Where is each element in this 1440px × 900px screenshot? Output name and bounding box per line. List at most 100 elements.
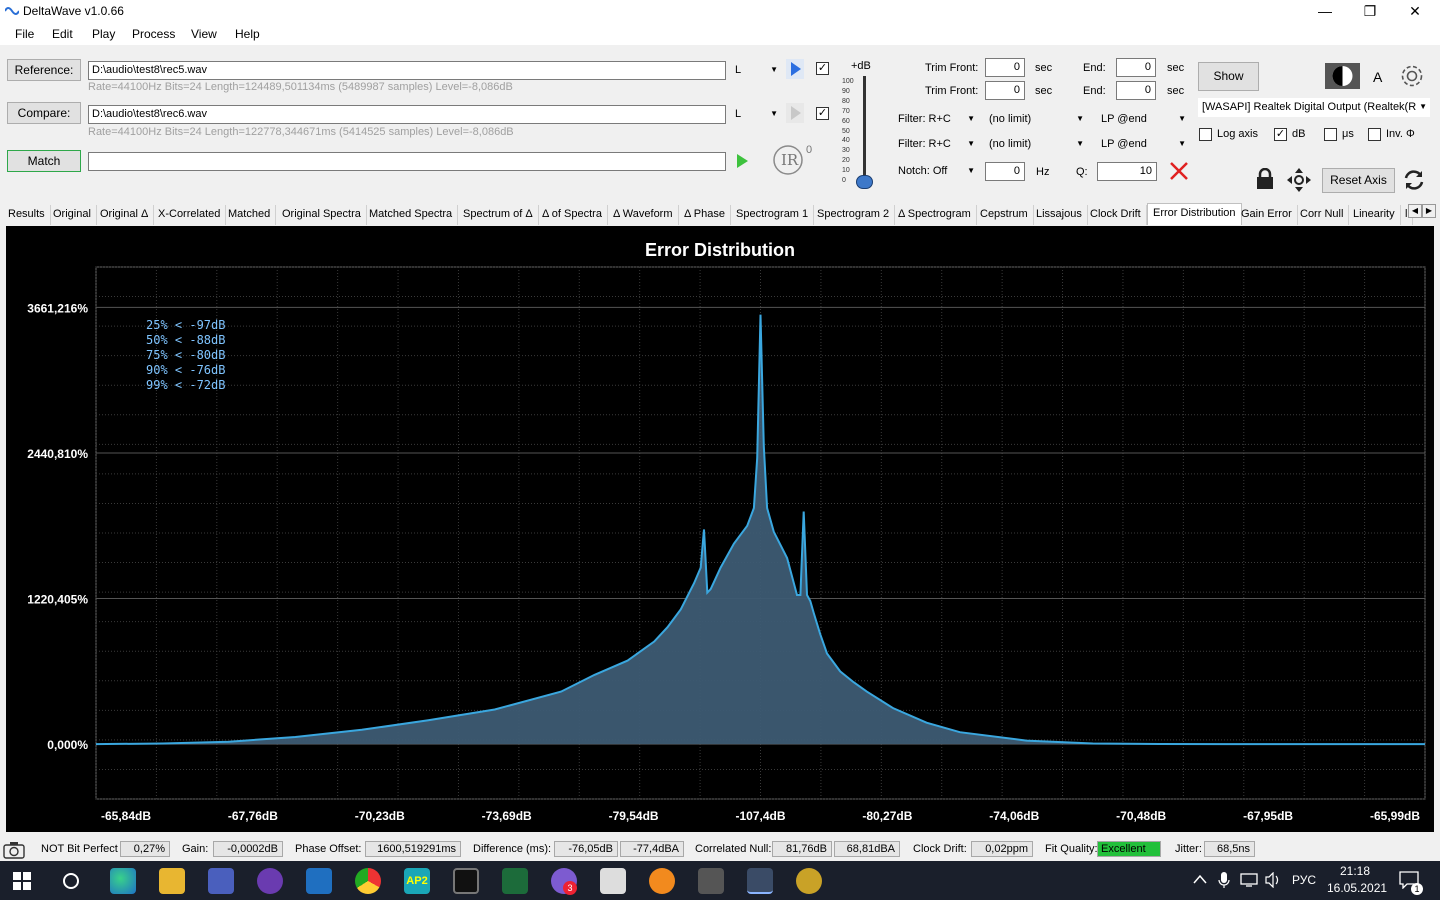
- tab-17[interactable]: Error Distribution: [1147, 203, 1242, 225]
- network-icon[interactable]: [1240, 873, 1258, 887]
- orange-app-icon[interactable]: [649, 868, 675, 894]
- us-checkbox[interactable]: [1324, 128, 1337, 141]
- tab-4[interactable]: Matched: [223, 205, 277, 225]
- menu-view[interactable]: View: [191, 27, 217, 41]
- reference-enable-checkbox[interactable]: ✓: [816, 62, 829, 75]
- maximize-button[interactable]: ❐: [1347, 0, 1393, 23]
- reference-path-field[interactable]: D:\audio\test8\rec5.wav: [88, 61, 726, 80]
- terminal-app-icon[interactable]: [453, 868, 479, 894]
- fox-app-icon[interactable]: [600, 868, 626, 894]
- limit-select-2[interactable]: (no limit) ▼: [985, 135, 1087, 154]
- tab-14[interactable]: Cepstrum: [975, 205, 1034, 225]
- move-icon[interactable]: [1286, 167, 1312, 193]
- trim-end-input[interactable]: 0: [1116, 58, 1156, 77]
- trim-front-input-2[interactable]: 0: [985, 81, 1025, 100]
- tab-15[interactable]: Lissajous: [1031, 205, 1088, 225]
- close-button[interactable]: ✕: [1392, 0, 1438, 23]
- tab-9[interactable]: Δ Waveform: [608, 205, 679, 225]
- lock-icon[interactable]: [1255, 168, 1275, 190]
- ir-count: 0: [806, 144, 813, 156]
- db-checkbox[interactable]: ✓: [1274, 128, 1287, 141]
- camera-icon[interactable]: [3, 841, 25, 859]
- tab-11[interactable]: Spectrogram 1: [731, 205, 815, 225]
- tab-10[interactable]: Δ Phase: [679, 205, 731, 225]
- tab-scroll-right[interactable]: ▶: [1422, 204, 1436, 218]
- trim-front-input[interactable]: 0: [985, 58, 1025, 77]
- level-slider-knob[interactable]: [856, 175, 873, 189]
- lp-select-2[interactable]: LP @end ▼: [1097, 135, 1189, 154]
- chevron-up-icon[interactable]: [1193, 874, 1207, 884]
- file-explorer-icon[interactable]: [159, 868, 185, 894]
- tab-18[interactable]: Gain Error: [1236, 205, 1298, 225]
- tab-20[interactable]: Linearity: [1348, 205, 1401, 225]
- compare-enable-checkbox[interactable]: ✓: [816, 107, 829, 120]
- filter-select-2[interactable]: Filter: R+C ▼: [894, 135, 978, 154]
- notch-hz-input[interactable]: 0: [985, 162, 1025, 181]
- compare-path-field[interactable]: D:\audio\test8\rec6.wav: [88, 105, 726, 124]
- volume-icon[interactable]: [1264, 872, 1282, 888]
- lp-select-1[interactable]: LP @end ▼: [1097, 110, 1189, 129]
- compare-button[interactable]: Compare:: [7, 102, 81, 124]
- microphone-icon[interactable]: [1218, 871, 1230, 889]
- q-input[interactable]: 10: [1097, 162, 1157, 181]
- output-device-select[interactable]: [WASAPI] Realtek Digital Output (Realtek…: [1198, 98, 1430, 117]
- menu-help[interactable]: Help: [235, 27, 260, 41]
- clock-date[interactable]: 16.05.2021: [1327, 881, 1387, 895]
- tab-12[interactable]: Spectrogram 2: [812, 205, 896, 225]
- match-button[interactable]: Match: [7, 150, 81, 172]
- notch-select[interactable]: Notch: Off ▼: [894, 162, 978, 181]
- a-weighting-label[interactable]: A: [1373, 69, 1382, 85]
- error-distribution-chart[interactable]: Error Distribution 0,000% 1220,405% 2440,81…: [6, 226, 1434, 832]
- tab-8[interactable]: Δ of Spectra: [537, 205, 608, 225]
- clock-time[interactable]: 21:18: [1340, 864, 1370, 878]
- edge-icon[interactable]: [110, 868, 136, 894]
- reset-axis-button[interactable]: Reset Axis: [1322, 168, 1395, 193]
- filter-select-1[interactable]: Filter: R+C ▼: [894, 110, 978, 129]
- settings-gear-icon[interactable]: [698, 868, 724, 894]
- ap2-app-icon[interactable]: AP2: [404, 868, 430, 894]
- search-icon[interactable]: [62, 872, 80, 890]
- tab-5[interactable]: Original Spectra: [277, 205, 367, 225]
- deltawave-taskbar-icon[interactable]: [747, 868, 773, 894]
- tab-0[interactable]: Results: [3, 205, 51, 225]
- clear-filters-icon[interactable]: [1169, 161, 1189, 181]
- refresh-icon[interactable]: [1402, 168, 1426, 192]
- paint-app-icon[interactable]: [796, 868, 822, 894]
- tab-1[interactable]: Original: [48, 205, 97, 225]
- language-indicator[interactable]: РУС: [1292, 873, 1316, 887]
- compare-channel-select[interactable]: L ▼: [731, 105, 781, 124]
- reference-channel-select[interactable]: L ▼: [731, 61, 781, 80]
- play-match-icon[interactable]: [733, 151, 751, 171]
- tab-7[interactable]: Spectrum of Δ: [458, 205, 539, 225]
- cloud-app-icon[interactable]: [306, 868, 332, 894]
- tab-13[interactable]: Δ Spectrogram: [893, 205, 977, 225]
- reference-info: Rate=44100Hz Bits=24 Length=124489,50113…: [88, 81, 513, 93]
- save-app-icon[interactable]: [208, 868, 234, 894]
- windows-start-icon[interactable]: [13, 872, 31, 890]
- menu-process[interactable]: Process: [132, 27, 175, 41]
- menu-file[interactable]: File: [15, 27, 34, 41]
- gear-icon[interactable]: [1399, 63, 1425, 89]
- log-axis-checkbox[interactable]: [1199, 128, 1212, 141]
- play-compare-icon[interactable]: [786, 103, 804, 123]
- play-reference-icon[interactable]: [786, 59, 804, 79]
- menu-play[interactable]: Play: [92, 27, 115, 41]
- green-app-icon[interactable]: [502, 868, 528, 894]
- tab-16[interactable]: Clock Drift: [1085, 205, 1147, 225]
- menu-edit[interactable]: Edit: [52, 27, 73, 41]
- tab-scroll-left[interactable]: ◀: [1408, 204, 1422, 218]
- trim-end-input-2[interactable]: 0: [1116, 81, 1156, 100]
- minimize-button[interactable]: —: [1302, 0, 1348, 23]
- media-app-icon[interactable]: [257, 868, 283, 894]
- chrome-icon[interactable]: [355, 868, 381, 894]
- tab-6[interactable]: Matched Spectra: [364, 205, 459, 225]
- tab-2[interactable]: Original Δ: [95, 205, 155, 225]
- level-slider-track[interactable]: [863, 76, 866, 184]
- show-button[interactable]: Show: [1198, 62, 1259, 91]
- inv-phase-checkbox[interactable]: [1368, 128, 1381, 141]
- reference-button[interactable]: Reference:: [7, 59, 81, 81]
- tab-19[interactable]: Corr Null: [1295, 205, 1350, 225]
- tab-3[interactable]: X-Correlated: [153, 205, 227, 225]
- limit-select-1[interactable]: (no limit) ▼: [985, 110, 1087, 129]
- theme-toggle-icon[interactable]: [1325, 63, 1360, 89]
